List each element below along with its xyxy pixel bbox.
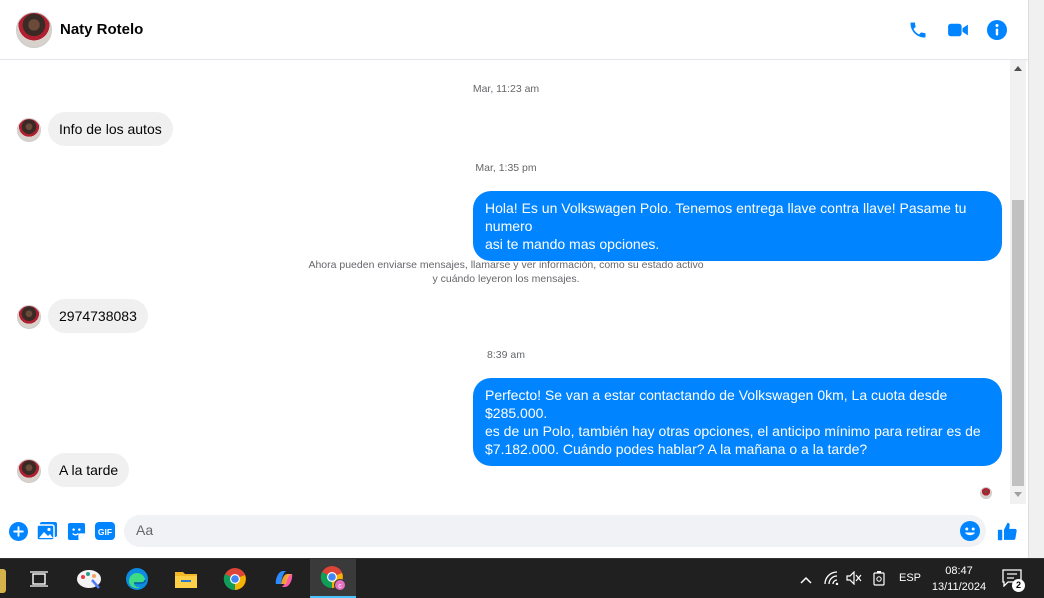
chrome-icon[interactable] [212, 559, 258, 598]
message-input[interactable] [136, 522, 956, 538]
file-explorer-icon[interactable] [163, 559, 209, 598]
messenger-window: Naty Rotelo Mar, 11:23 am Info de los au… [0, 0, 1044, 598]
message-composer: GIF [0, 508, 1028, 554]
message-line: $7.182.000. Cuándo podes hablar? A la ma… [485, 441, 868, 457]
svg-text:c: c [338, 583, 342, 590]
task-view-icon[interactable] [16, 559, 62, 598]
battery-icon[interactable] [872, 570, 886, 591]
message-line: Hola! Es un Volkswagen Polo. Tenemos ent… [485, 200, 967, 234]
sender-avatar[interactable] [17, 118, 41, 142]
sticker-icon[interactable] [66, 521, 86, 541]
info-icon[interactable] [986, 19, 1008, 41]
sender-avatar[interactable] [17, 459, 41, 483]
message-line: es de un Polo, también hay otras opcione… [485, 423, 981, 439]
message-list: Mar, 11:23 am Info de los autos Mar, 1:3… [0, 60, 1010, 508]
seen-indicator-avatar [980, 487, 992, 499]
image-icon[interactable] [37, 521, 57, 541]
scroll-down-arrow-icon[interactable] [1014, 492, 1022, 497]
gif-icon[interactable]: GIF [95, 521, 115, 541]
incoming-message[interactable]: Info de los autos [48, 112, 173, 146]
clock-date: 13/11/2024 [931, 581, 987, 593]
clock-time: 08:47 [945, 565, 973, 577]
sender-avatar[interactable] [17, 305, 41, 329]
emoji-icon[interactable] [960, 521, 980, 541]
message-scrollbar[interactable] [1010, 60, 1026, 504]
plus-icon[interactable] [8, 521, 28, 541]
conversation-header: Naty Rotelo [0, 0, 1028, 60]
contact-name[interactable]: Naty Rotelo [60, 21, 143, 38]
gif-label: GIF [98, 527, 112, 537]
chrome-profile-icon[interactable]: c [310, 559, 356, 598]
message-line: asi te mando mas opciones. [485, 236, 660, 252]
video-camera-icon[interactable] [947, 19, 969, 41]
message-timestamp: Mar, 1:35 pm [475, 162, 537, 174]
notification-count-badge: 2 [1012, 579, 1025, 592]
scroll-up-arrow-icon[interactable] [1014, 66, 1022, 71]
windows-taskbar: c ESP 08:47 13/11/2024 2 [0, 558, 1044, 598]
window-edge [1028, 0, 1044, 558]
show-hidden-icons-chevron-icon[interactable] [800, 572, 812, 590]
message-input-container[interactable] [124, 515, 986, 547]
edge-icon[interactable] [114, 559, 160, 598]
language-indicator[interactable]: ESP [899, 572, 921, 584]
system-message-line: Ahora pueden enviarse mensajes, llamarse… [308, 259, 704, 271]
phone-icon[interactable] [907, 19, 929, 41]
system-message: Ahora pueden enviarse mensajes, llamarse… [280, 258, 732, 286]
scroll-thumb[interactable] [1012, 200, 1024, 486]
volume-muted-icon[interactable] [846, 570, 862, 590]
incoming-message[interactable]: A la tarde [48, 453, 130, 487]
contact-avatar[interactable] [16, 12, 52, 48]
outgoing-message[interactable]: Hola! Es un Volkswagen Polo. Tenemos ent… [473, 191, 1002, 261]
system-clock[interactable]: 08:47 13/11/2024 [924, 563, 994, 595]
message-timestamp: 8:39 am [487, 349, 525, 361]
thumbs-up-icon[interactable] [996, 520, 1018, 542]
incoming-message[interactable]: 2974738083 [48, 299, 148, 333]
widgets-edge-icon[interactable] [0, 569, 6, 593]
outgoing-message[interactable]: Perfecto! Se van a estar contactando de … [473, 378, 1002, 466]
paint-icon[interactable] [66, 559, 112, 598]
copilot-icon[interactable] [261, 559, 307, 598]
wifi-icon[interactable] [824, 571, 840, 590]
message-timestamp: Mar, 11:23 am [472, 83, 540, 95]
message-line: Perfecto! Se van a estar contactando de … [485, 387, 948, 421]
system-message-line: y cuándo leyeron los mensajes. [432, 273, 580, 285]
